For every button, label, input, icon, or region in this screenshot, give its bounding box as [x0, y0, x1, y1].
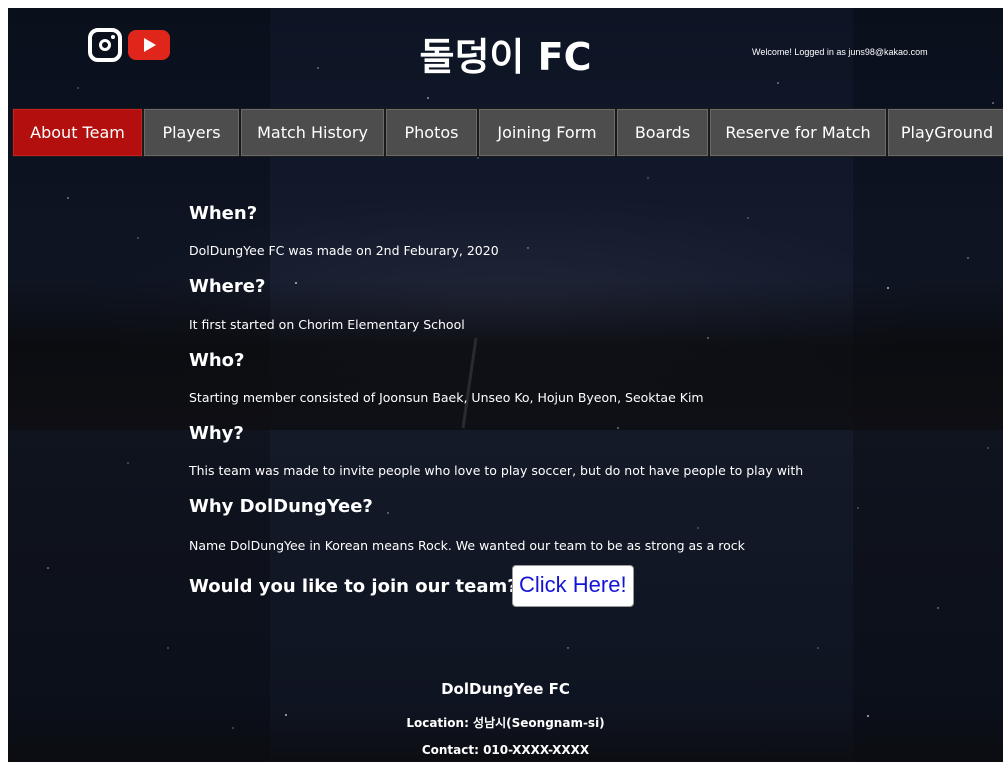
main-nav: About Team Players Match History Photos …: [12, 108, 1003, 157]
section-text-why-doldungyee: Name DolDungYee in Korean means Rock. We…: [189, 538, 745, 553]
section-text-when: DolDungYee FC was made on 2nd Feburary, …: [189, 243, 499, 258]
page-background: 돌덩이 FC Welcome! Logged in as juns98@kaka…: [8, 8, 1003, 762]
nav-photos[interactable]: Photos: [385, 108, 478, 157]
section-heading-when: When?: [189, 203, 258, 224]
nav-boards[interactable]: Boards: [616, 108, 709, 157]
footer-contact: Contact: 010-XXXX-XXXX: [421, 743, 590, 757]
nav-reserve-for-match[interactable]: Reserve for Match: [709, 108, 887, 157]
join-click-here-button[interactable]: Click Here!: [512, 565, 634, 607]
nav-playground[interactable]: PlayGround: [887, 108, 1003, 157]
nav-about-team[interactable]: About Team: [12, 108, 143, 157]
nav-players[interactable]: Players: [143, 108, 240, 157]
nav-joining-form[interactable]: Joining Form: [478, 108, 616, 157]
footer-team-name: DolDungYee FC: [441, 680, 570, 698]
welcome-message: Welcome! Logged in as juns98@kakao.com: [752, 47, 928, 57]
footer-location: Location: 성남시(Seongnam-si): [406, 716, 605, 730]
section-heading-why: Why?: [189, 423, 244, 444]
section-text-where: It first started on Chorim Elementary Sc…: [189, 317, 465, 332]
section-heading-who: Who?: [189, 350, 245, 371]
join-question: Would you like to join our team?: [189, 576, 518, 597]
section-text-why: This team was made to invite people who …: [189, 463, 804, 478]
section-heading-why-doldungyee: Why DolDungYee?: [189, 496, 373, 517]
nav-match-history[interactable]: Match History: [240, 108, 385, 157]
section-text-who: Starting member consisted of Joonsun Bae…: [189, 390, 704, 405]
section-heading-where: Where?: [189, 276, 266, 297]
